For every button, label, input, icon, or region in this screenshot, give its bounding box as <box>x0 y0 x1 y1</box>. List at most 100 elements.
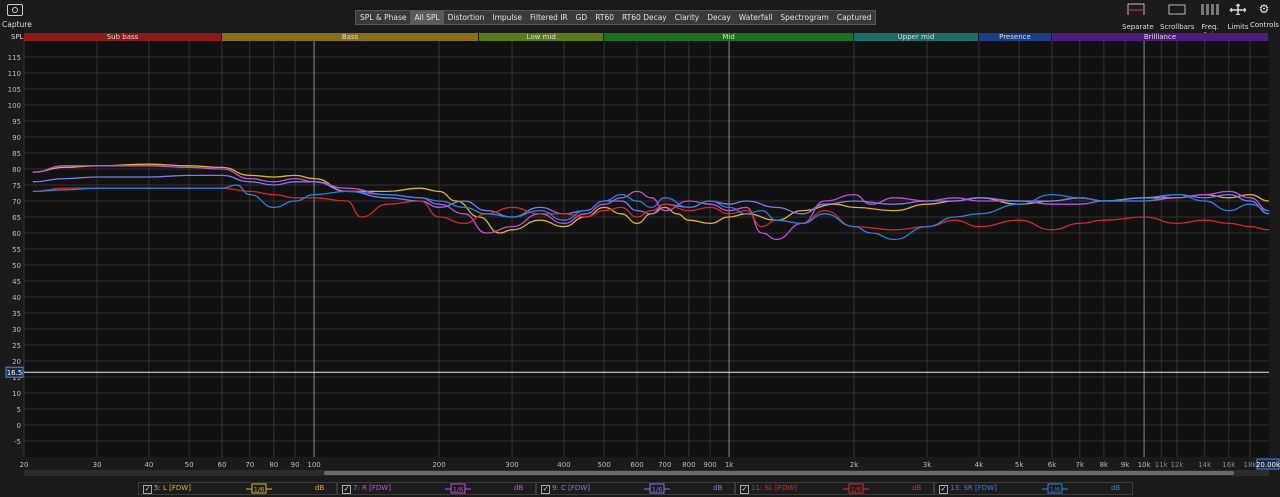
toolbar: Capture SPL & Phase All SPL Distortion I… <box>0 0 1280 39</box>
legend-checkbox[interactable]: ✓ <box>342 485 351 494</box>
y-tick-label: 10 <box>12 390 21 398</box>
smoothing-label: 1/6 <box>453 486 463 494</box>
band-brilliance: Brilliance <box>1052 33 1268 41</box>
y-tick-label: 115 <box>8 54 21 62</box>
legend-item[interactable]: ✓ 9: C [FDW] 1/6 dB <box>536 482 735 495</box>
tab-all-spl[interactable]: All SPL <box>410 11 444 24</box>
tab-clarity[interactable]: Clarity <box>671 11 703 24</box>
legend-label: 7: R [FDW] <box>353 484 391 492</box>
x-tick-label: 20 <box>20 461 29 469</box>
legend-item[interactable]: ✓ 7: R [FDW] 1/6 dB <box>337 482 536 495</box>
smoothing-icon[interactable]: 1/6 <box>644 483 670 494</box>
tab-spl-phase[interactable]: SPL & Phase <box>356 11 410 24</box>
level-marker-value: 16.5 <box>7 369 23 377</box>
legend-label: 13: SR [FDW] <box>950 484 997 492</box>
separate-button[interactable]: Separate <box>1122 3 1154 31</box>
freq-axis-icon <box>1201 4 1219 16</box>
controls-button[interactable]: ⚙ Controls <box>1250 3 1279 29</box>
spl-chart[interactable]: -505101520253035404550556065707580859095… <box>0 41 1280 471</box>
band-bass: Bass <box>222 33 479 41</box>
tab-distortion[interactable]: Distortion <box>444 11 489 24</box>
x-tick-label: 600 <box>630 461 643 469</box>
y-tick-label: 55 <box>12 246 21 254</box>
y-tick-label: 40 <box>12 294 21 302</box>
x-tick-label: 3k <box>923 461 932 469</box>
limits-button[interactable]: Limits <box>1226 3 1250 31</box>
x-tick-label: 8k <box>1100 461 1109 469</box>
y-tick-label: 45 <box>12 278 21 286</box>
x-tick-label: 2k <box>850 461 859 469</box>
y-tick-label: 110 <box>8 70 21 78</box>
x-tick-label: 80 <box>269 461 278 469</box>
x-tick-label: 14k <box>1198 461 1212 469</box>
y-tick-label: 70 <box>12 198 21 206</box>
legend-unit: dB <box>514 484 524 492</box>
legend-unit: dB <box>315 484 325 492</box>
legend-unit: dB <box>713 484 723 492</box>
x-tick-label: 500 <box>597 461 610 469</box>
x-tick-label: 200 <box>432 461 445 469</box>
smoothing-icon[interactable]: 1/6 <box>246 483 272 494</box>
scrollbars-button[interactable]: Scrollbars <box>1160 3 1194 31</box>
tab-filtered-ir[interactable]: Filtered IR <box>526 11 572 24</box>
scrollbar-thumb[interactable] <box>324 471 1234 475</box>
legend-item[interactable]: ✓ 11: SL [FDW] 1/6 dB <box>735 482 934 495</box>
x-tick-label: 800 <box>682 461 695 469</box>
smoothing-label: 1/6 <box>851 486 861 494</box>
y-tick-label: 100 <box>8 102 21 110</box>
tab-waterfall[interactable]: Waterfall <box>735 11 777 24</box>
y-tick-label: 0 <box>17 422 21 430</box>
tab-decay[interactable]: Decay <box>703 11 735 24</box>
x-tick-label: 11k <box>1155 461 1169 469</box>
legend-item[interactable]: ✓ 13: SR [FDW] 1/6 dB <box>934 482 1133 495</box>
smoothing-icon[interactable]: 1/6 <box>843 483 869 494</box>
x-tick-label: 70 <box>245 461 254 469</box>
horizontal-scrollbar[interactable] <box>24 470 1269 476</box>
x-tick-label: 5k <box>1015 461 1024 469</box>
limits-label: Limits <box>1227 23 1249 31</box>
capture-button[interactable]: Capture <box>2 3 32 29</box>
analysis-tabs: SPL & Phase All SPL Distortion Impulse F… <box>355 10 877 25</box>
x-tick-label: 60 <box>218 461 227 469</box>
limits-icon <box>1229 3 1247 17</box>
smoothing-icon[interactable]: 1/6 <box>445 483 471 494</box>
smoothing-label: 1/6 <box>1050 486 1060 494</box>
y-tick-label: 80 <box>12 166 21 174</box>
y-tick-label: 50 <box>12 262 21 270</box>
x-tick-label: 1k <box>725 461 734 469</box>
y-axis-label: SPL <box>11 33 24 41</box>
y-tick-label: 25 <box>12 342 21 350</box>
y-tick-label: 85 <box>12 150 21 158</box>
capture-label: Capture <box>2 20 32 29</box>
legend-checkbox[interactable]: ✓ <box>143 485 152 494</box>
tab-gd[interactable]: GD <box>572 11 592 24</box>
x-tick-label: 10k <box>1138 461 1152 469</box>
legend: ✓ 5: L [FDW] 1/6 dB ✓ 7: R [FDW] 1/6 dB ✓ 9: C [F… <box>138 482 1138 495</box>
band-presence: Presence <box>978 33 1051 41</box>
tab-rt60[interactable]: RT60 <box>591 11 618 24</box>
legend-checkbox[interactable]: ✓ <box>740 485 749 494</box>
x-tick-label: 900 <box>703 461 716 469</box>
y-tick-label: 30 <box>12 326 21 334</box>
legend-unit: dB <box>912 484 922 492</box>
x-tick-label: 50 <box>185 461 194 469</box>
tab-captured[interactable]: Captured <box>833 11 876 24</box>
band-mid: Mid <box>604 33 853 41</box>
y-tick-label: 35 <box>12 310 21 318</box>
smoothing-icon[interactable]: 1/6 <box>1042 483 1068 494</box>
y-tick-label: 60 <box>12 230 21 238</box>
y-tick-label: 90 <box>12 134 21 142</box>
y-tick-label: 20 <box>12 358 21 366</box>
tab-impulse[interactable]: Impulse <box>488 11 526 24</box>
legend-checkbox[interactable]: ✓ <box>541 485 550 494</box>
legend-item[interactable]: ✓ 5: L [FDW] 1/6 dB <box>138 482 337 495</box>
scrollbars-icon <box>1168 4 1186 15</box>
legend-checkbox[interactable]: ✓ <box>939 485 948 494</box>
y-tick-label: 105 <box>8 86 21 94</box>
frequency-bands: Sub bass Bass Low mid Mid Upper mid Presence B… <box>24 33 1269 41</box>
legend-label: 11: SL [FDW] <box>751 484 797 492</box>
tab-rt60-decay[interactable]: RT60 Decay <box>618 11 671 24</box>
x-tick-label: 40 <box>144 461 153 469</box>
tab-spectrogram[interactable]: Spectrogram <box>776 11 832 24</box>
x-tick-label: 9k <box>1121 461 1130 469</box>
